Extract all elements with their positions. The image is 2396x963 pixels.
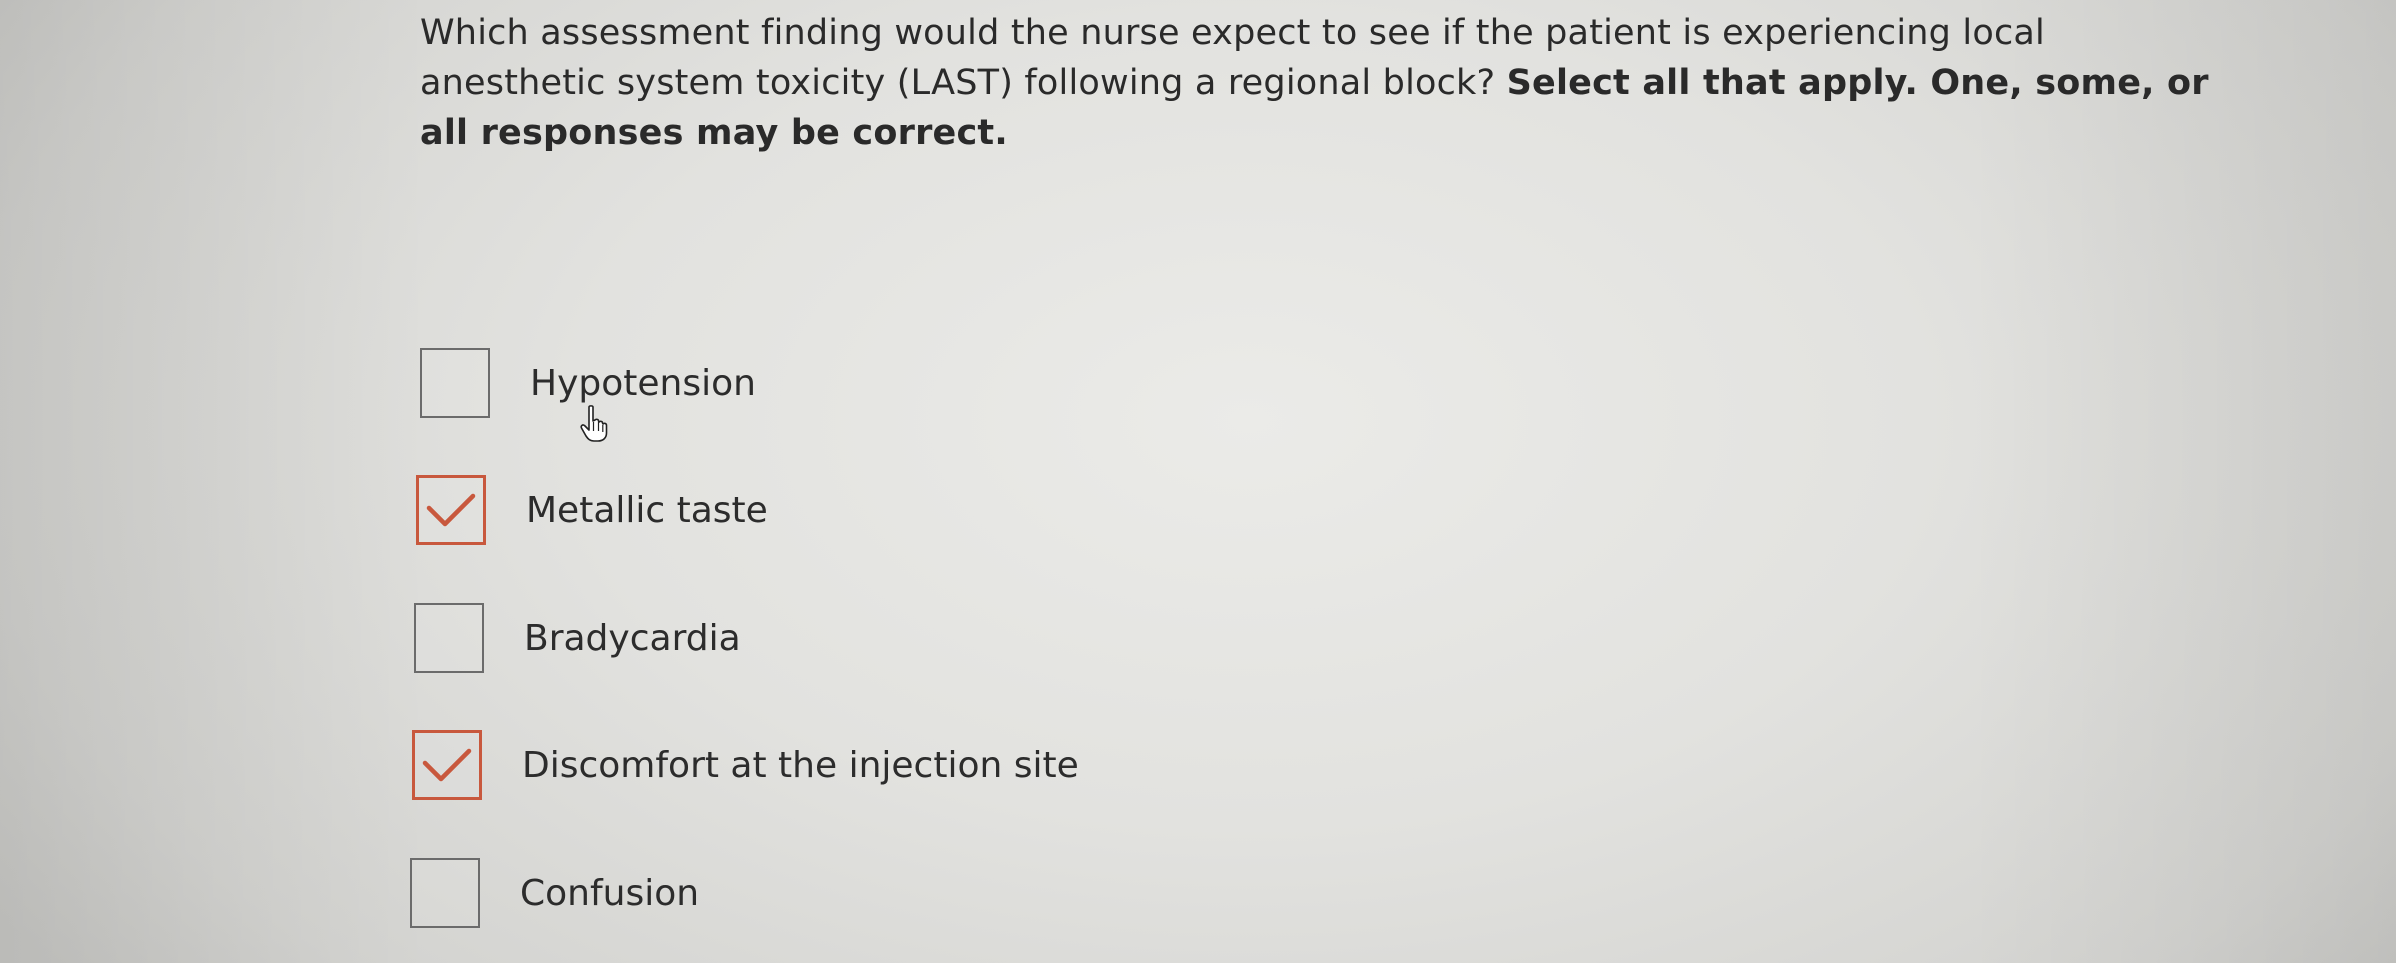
checkmark-icon	[426, 493, 476, 527]
option-label: Confusion	[520, 872, 700, 914]
option-label: Hypotension	[530, 362, 756, 404]
option-bradycardia[interactable]: Bradycardia	[414, 603, 741, 673]
question-text: Which assessment finding would the nurse…	[420, 8, 2220, 158]
option-label: Bradycardia	[524, 617, 741, 659]
checkbox[interactable]	[414, 603, 484, 673]
option-label: Metallic taste	[526, 489, 768, 531]
option-label: Discomfort at the injection site	[522, 744, 1079, 786]
checkbox[interactable]	[410, 858, 480, 928]
option-discomfort-injection-site[interactable]: Discomfort at the injection site	[412, 730, 1079, 800]
checkmark-icon	[422, 748, 472, 782]
checkbox-checked[interactable]	[412, 730, 482, 800]
checkbox-checked[interactable]	[416, 475, 486, 545]
hand-pointer-icon	[580, 405, 608, 442]
option-confusion[interactable]: Confusion	[410, 858, 699, 928]
option-metallic-taste[interactable]: Metallic taste	[416, 475, 768, 545]
checkbox[interactable]	[420, 348, 490, 418]
